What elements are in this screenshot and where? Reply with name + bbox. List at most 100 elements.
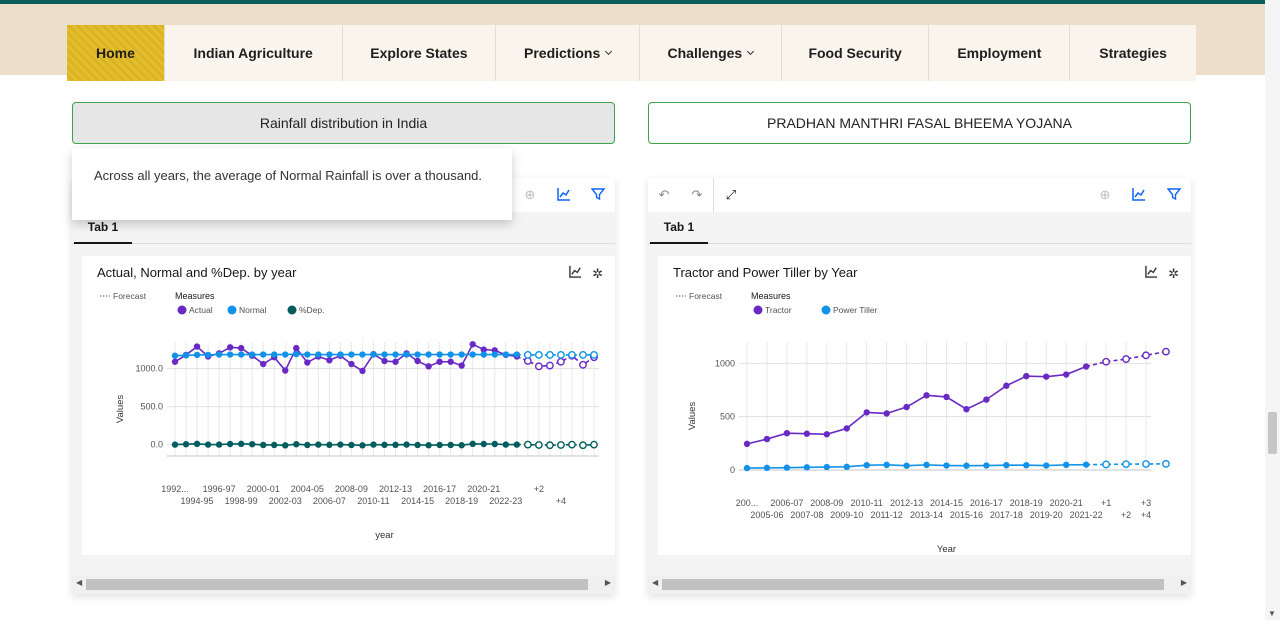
x-tick-label: 2004-05 xyxy=(291,484,324,494)
forecast-point xyxy=(1142,351,1150,360)
line-chart-icon[interactable] xyxy=(556,187,572,203)
nav-label: Explore States xyxy=(370,45,468,61)
data-point xyxy=(783,430,791,437)
expand-icon[interactable]: ⤢ xyxy=(723,187,739,203)
nav-challenges[interactable]: Challenges xyxy=(640,25,782,81)
data-point xyxy=(403,351,410,358)
nav-indian-agriculture[interactable]: Indian Agriculture xyxy=(165,25,343,81)
x-tick-label: 1998-99 xyxy=(225,496,258,506)
scroll-thumb[interactable] xyxy=(86,579,588,590)
nav-employment[interactable]: Employment xyxy=(929,25,1071,81)
data-point xyxy=(491,440,498,448)
zoom-icon[interactable]: ⊕ xyxy=(1097,187,1113,203)
data-point xyxy=(425,351,432,358)
data-point xyxy=(513,351,521,358)
x-tick-label: 2012-13 xyxy=(379,484,412,494)
scroll-right-icon[interactable]: ▶ xyxy=(605,578,611,587)
tab-1[interactable]: Tab 1 xyxy=(650,220,708,244)
x-tick-label: 1994-95 xyxy=(181,496,214,506)
legend-swatch-1 xyxy=(821,305,831,315)
nav-predictions[interactable]: Predictions xyxy=(496,25,640,81)
data-point xyxy=(513,441,521,448)
scroll-left-icon[interactable]: ◀ xyxy=(76,578,82,587)
data-point xyxy=(381,351,388,358)
data-point xyxy=(480,440,487,448)
zoom-icon[interactable]: ⊕ xyxy=(522,187,538,203)
horizontal-scrollbar[interactable]: ◀ ▶ xyxy=(648,576,1191,594)
x-tick-label: 2010-11 xyxy=(851,498,883,508)
x-tick-label: 2008-09 xyxy=(810,498,843,508)
pmfby-button[interactable]: PRADHAN MANTHRI FASAL BHEEMA YOJANA xyxy=(648,102,1191,144)
series-line-1 xyxy=(746,463,1087,469)
nav-label: Food Security xyxy=(808,45,902,61)
toolbar-divider xyxy=(713,178,714,212)
redo-icon[interactable]: ↷ xyxy=(689,187,705,203)
x-tick-label: 2013-14 xyxy=(910,510,943,520)
rainfall-distribution-button[interactable]: Rainfall distribution in India xyxy=(72,102,615,144)
scroll-thumb[interactable] xyxy=(662,579,1164,590)
data-point xyxy=(171,358,179,365)
data-point xyxy=(359,442,366,449)
horizontal-scrollbar[interactable]: ◀ ▶ xyxy=(72,576,615,594)
legend-swatch-0 xyxy=(753,305,763,315)
rainfall-chart: Forecast Measures Actual Normal %Dep. 0.0 500.… xyxy=(100,291,599,541)
data-point xyxy=(370,351,377,358)
x-tick-label: 2016-17 xyxy=(970,498,1003,508)
series-line-2 xyxy=(174,443,517,447)
data-point xyxy=(171,352,179,359)
data-point xyxy=(1082,461,1090,468)
tractor-chart: Forecast Measures Tractor Power Tiller 0 500 1… xyxy=(676,291,1170,555)
insight-tooltip: Across all years, the average of Normal … xyxy=(72,148,512,220)
data-point xyxy=(823,463,830,471)
nav-food-security[interactable]: Food Security xyxy=(782,25,930,81)
data-point xyxy=(425,363,432,370)
undo-icon[interactable]: ↶ xyxy=(656,187,672,203)
tab-1[interactable]: Tab 1 xyxy=(74,220,132,244)
legend-label-0: Actual xyxy=(189,305,213,315)
forecast-point xyxy=(1142,460,1150,468)
x-axis-label: Year xyxy=(937,544,956,555)
scroll-left-icon[interactable]: ◀ xyxy=(652,578,658,587)
scroll-down-icon[interactable]: ▼ xyxy=(1268,609,1276,618)
data-point xyxy=(226,440,234,448)
nav-home[interactable]: Home xyxy=(67,25,165,81)
data-point xyxy=(458,442,465,449)
panel-toolbar: ↶ ↷ ⤢ ⊕ xyxy=(648,178,1191,212)
data-point xyxy=(182,441,190,448)
data-point xyxy=(237,440,245,448)
x-tick-label: 2007-08 xyxy=(790,510,823,520)
x-tick-label: 2009-10 xyxy=(830,510,863,520)
nav-strategies[interactable]: Strategies xyxy=(1070,25,1196,81)
forecast-point xyxy=(523,351,532,359)
data-point xyxy=(271,351,278,358)
x-tick-label: 2006-07 xyxy=(770,498,803,508)
data-point xyxy=(1023,372,1030,380)
x-tick-label: +4 xyxy=(1141,510,1151,520)
data-point xyxy=(392,351,399,358)
series-line-1 xyxy=(174,353,517,357)
data-point xyxy=(348,351,355,358)
x-tick-label: 2021-22 xyxy=(1070,510,1103,520)
data-point xyxy=(326,351,333,358)
legend-label-1: Power Tiller xyxy=(833,305,878,315)
nav-label: Predictions xyxy=(524,45,601,61)
line-chart-icon[interactable] xyxy=(1131,187,1147,203)
nav-explore-states[interactable]: Explore States xyxy=(343,25,497,81)
data-point xyxy=(414,357,421,365)
data-point xyxy=(315,441,322,448)
left-panel: ⊕ Tab 1 Actual, Normal and %Dep. by year… xyxy=(72,178,615,594)
filter-icon[interactable] xyxy=(590,187,606,203)
filter-icon[interactable] xyxy=(1166,187,1182,203)
page-vertical-scrollbar[interactable]: ▼ xyxy=(1265,0,1280,620)
forecast-point xyxy=(534,351,543,359)
data-point xyxy=(315,351,322,358)
x-tick-label: +1 xyxy=(1101,498,1111,508)
x-tick-label: 200... xyxy=(736,498,759,508)
y-axis-label: Values xyxy=(115,395,126,424)
x-tick-label: 2018-19 xyxy=(1010,498,1043,508)
x-tick-label: 2017-18 xyxy=(990,510,1023,520)
page-scroll-thumb[interactable] xyxy=(1268,412,1277,454)
data-point xyxy=(359,367,366,375)
scroll-right-icon[interactable]: ▶ xyxy=(1181,578,1187,587)
nav-label: Strategies xyxy=(1099,45,1167,61)
